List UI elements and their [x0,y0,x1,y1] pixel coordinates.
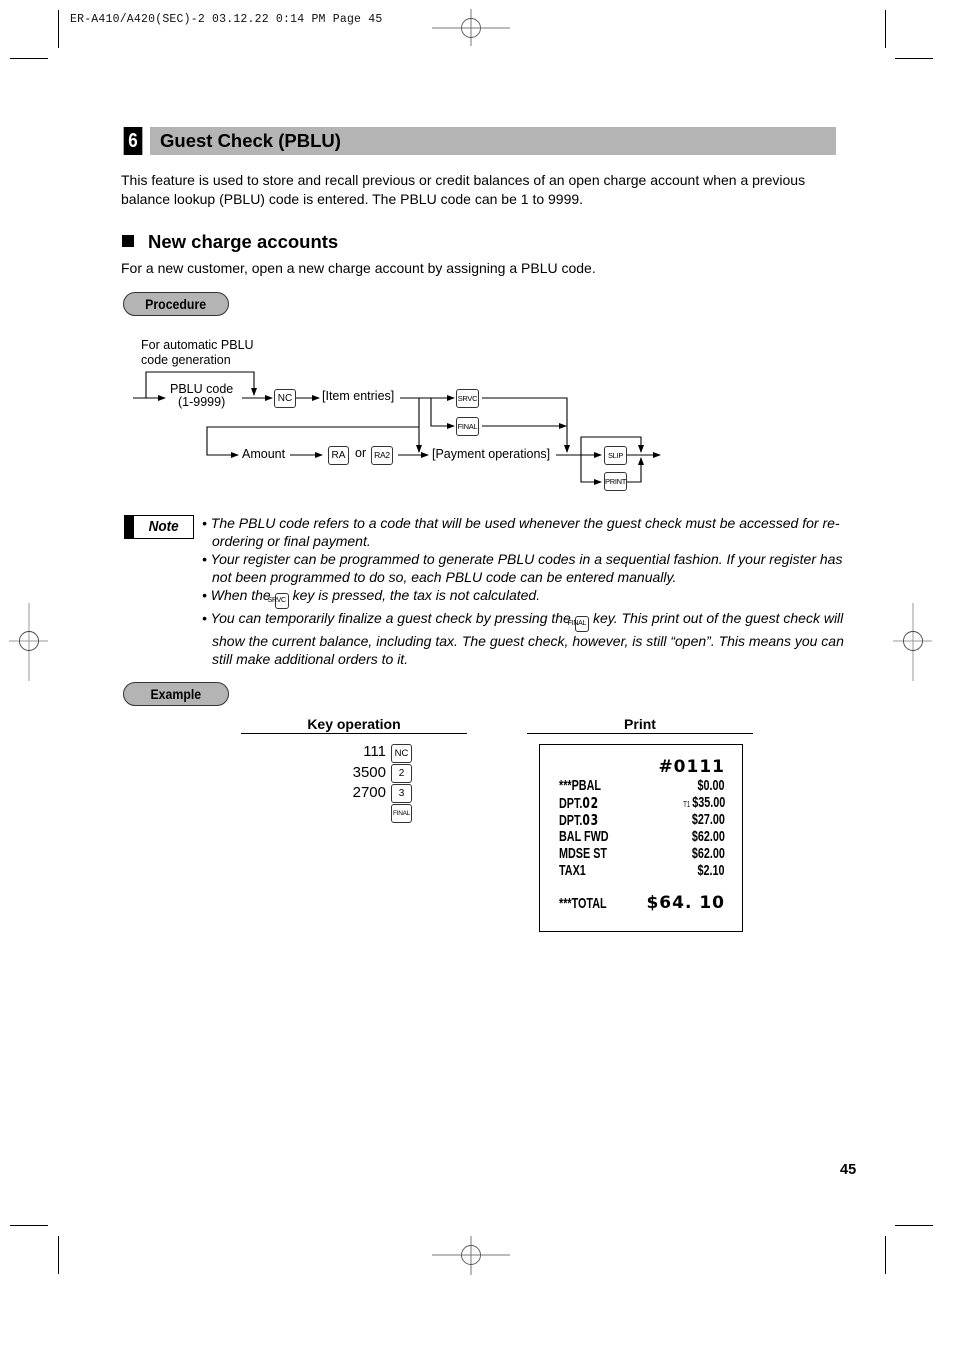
item-entries-label: [Item entries] [322,389,395,403]
note-marker [125,516,134,538]
note-item: • You can temporarily finalize a guest c… [202,610,844,667]
nc-key: NC [391,744,412,763]
key-operation-row: 3500 [352,764,386,781]
auto-note-line-2: code generation [141,353,231,367]
print-key: PRINT [604,472,627,491]
registration-mark-icon [9,603,48,681]
note-item: • When the SRVC key is pressed, the tax … [202,586,852,609]
auto-note-line-1: For automatic PBLU [141,338,254,352]
payment-operations-label: [Payment operations] [432,447,551,461]
note-item: • The PBLU code refers to a code that wi… [202,515,840,549]
note-list: • The PBLU code refers to a code that wi… [202,514,852,668]
slip-key: SLIP [604,446,627,465]
note-item: • Your register can be programmed to gen… [202,551,843,585]
crop-mark [895,1225,933,1226]
registration-mark-icon [432,1236,510,1275]
crop-mark [885,1236,886,1274]
note-label-text: Note [148,518,179,535]
nc-key: NC [274,389,296,408]
final-key: FINAL [391,804,412,823]
flow-arrow [580,455,602,485]
flow-arrow [430,398,455,429]
receipt-printout: #0111 ***PBAL $0.00 DPT.02 T1 $35.00 DPT.… [539,744,743,932]
print-header: Print [527,716,753,734]
dept-3-key: 3 [391,784,412,803]
crop-mark [10,1225,48,1226]
final-key: FINAL [456,417,479,436]
crop-mark [58,1236,59,1274]
key-operation-header: Key operation [241,716,467,734]
key-operation-row: 2700 [352,784,386,801]
ra2-key: RA2 [371,446,393,465]
flow-arrow [627,457,644,483]
ra-key: RA [328,446,349,465]
amount-label: Amount [242,447,286,461]
pblu-code-range: (1-9999) [178,395,226,409]
example-label: Example [123,682,229,706]
or-label: or [355,446,367,460]
receipt-check-number: #0111 [658,757,725,777]
key-operation-row: 111 [363,743,386,760]
srvc-key: SRVC [456,389,479,408]
final-key: FINAL [568,616,590,632]
registration-mark-icon [893,603,932,681]
dept-2-key: 2 [391,764,412,783]
srvc-key: SRVC [268,593,289,609]
flow-arrow [482,397,570,453]
note-label: Note [124,515,194,539]
procedure-flow-diagram [133,371,661,485]
page-number: 45 [840,1162,857,1178]
